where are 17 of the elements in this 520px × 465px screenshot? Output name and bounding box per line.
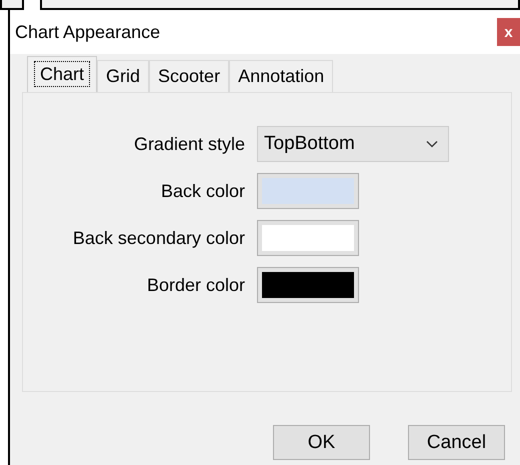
color-picker-button[interactable]: [257, 220, 359, 256]
field-label: Gradient style: [134, 134, 245, 154]
field-label: Border color: [146, 274, 245, 296]
color-picker-button[interactable]: [257, 173, 359, 209]
tab[interactable]: Annotation: [229, 60, 334, 92]
window-title: Chart Appearance: [14, 22, 160, 42]
dropdown-field[interactable]: TopBottom: [257, 126, 449, 162]
close-button[interactable]: x: [497, 18, 520, 46]
ok-button[interactable]: OK: [273, 425, 370, 460]
tab[interactable]: Grid: [97, 60, 150, 92]
tab[interactable]: Scooter: [149, 60, 230, 92]
color-picker-button[interactable]: [257, 267, 359, 303]
field-label: Back color: [160, 180, 245, 202]
chevron-down-icon: [426, 140, 438, 148]
cancel-button[interactable]: Cancel: [408, 425, 505, 460]
field-label: Back secondary color: [72, 228, 245, 248]
tab[interactable]: Chart: [27, 56, 98, 92]
